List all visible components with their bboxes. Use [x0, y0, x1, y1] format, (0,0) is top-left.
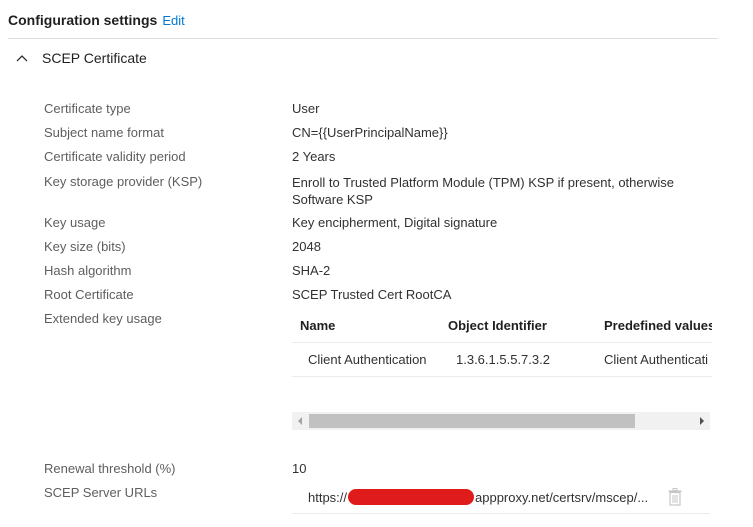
- table-row-divider: [292, 376, 712, 377]
- root-certificate-label: Root Certificate: [44, 287, 134, 302]
- scep-url-suffix: appproxy.net/certsrv/mscep/...: [475, 490, 649, 505]
- key-usage-label: Key usage: [44, 215, 106, 230]
- subject-name-format-label: Subject name format: [44, 125, 164, 140]
- subject-name-format-value: CN={{UserPrincipalName}}: [292, 125, 448, 140]
- key-size-value: 2048: [292, 239, 321, 254]
- key-size-label: Key size (bits): [44, 239, 126, 254]
- table-cell-name: Client Authentication: [308, 352, 427, 367]
- certificate-type-value: User: [292, 101, 320, 116]
- header-divider: [8, 38, 718, 39]
- scep-url-row: https:// appproxy.net/certsrv/mscep/...: [292, 480, 710, 514]
- renewal-threshold-label: Renewal threshold (%): [44, 461, 176, 476]
- table-cell-predefined: Client Authenticati: [604, 352, 709, 367]
- config-header: Configuration settings Edit: [8, 10, 185, 30]
- table-header-divider: [292, 342, 712, 343]
- ksp-value: Enroll to Trusted Platform Module (TPM) …: [292, 175, 674, 207]
- validity-period-label: Certificate validity period: [44, 149, 186, 164]
- redaction-mark: [348, 489, 474, 505]
- scrollbar-thumb[interactable]: [309, 414, 635, 428]
- certificate-type-label: Certificate type: [44, 101, 131, 116]
- scroll-right-button[interactable]: [694, 412, 710, 430]
- arrow-right-icon: [700, 417, 704, 425]
- column-header-name: Name: [300, 318, 336, 333]
- chevron-up-icon: [16, 52, 28, 64]
- trash-icon[interactable]: [668, 488, 682, 506]
- column-header-object-identifier: Object Identifier: [448, 318, 547, 333]
- section-label: SCEP Certificate: [42, 50, 147, 66]
- scep-url-prefix: https://: [308, 490, 348, 505]
- table-cell-oid: 1.3.6.1.5.5.7.3.2: [456, 352, 550, 367]
- validity-period-value: 2 Years: [292, 149, 336, 164]
- extended-key-usage-label: Extended key usage: [44, 311, 162, 326]
- scep-certificate-section-toggle[interactable]: SCEP Certificate: [16, 47, 147, 69]
- column-header-predefined-values: Predefined values: [604, 318, 712, 333]
- key-usage-value: Key encipherment, Digital signature: [292, 215, 498, 230]
- arrow-left-icon: [298, 417, 302, 425]
- hash-algorithm-label: Hash algorithm: [44, 263, 132, 278]
- scep-server-urls-label: SCEP Server URLs: [44, 485, 158, 500]
- hash-algorithm-value: SHA-2: [292, 263, 331, 278]
- scroll-left-button[interactable]: [292, 412, 308, 430]
- horizontal-scrollbar[interactable]: [292, 412, 710, 430]
- edit-link[interactable]: Edit: [162, 13, 184, 28]
- root-certificate-value: SCEP Trusted Cert RootCA: [292, 287, 452, 302]
- renewal-threshold-value: 10: [292, 461, 307, 476]
- ksp-label: Key storage provider (KSP): [44, 174, 203, 189]
- page-title: Configuration settings: [8, 12, 158, 28]
- url-row-divider: [292, 513, 710, 514]
